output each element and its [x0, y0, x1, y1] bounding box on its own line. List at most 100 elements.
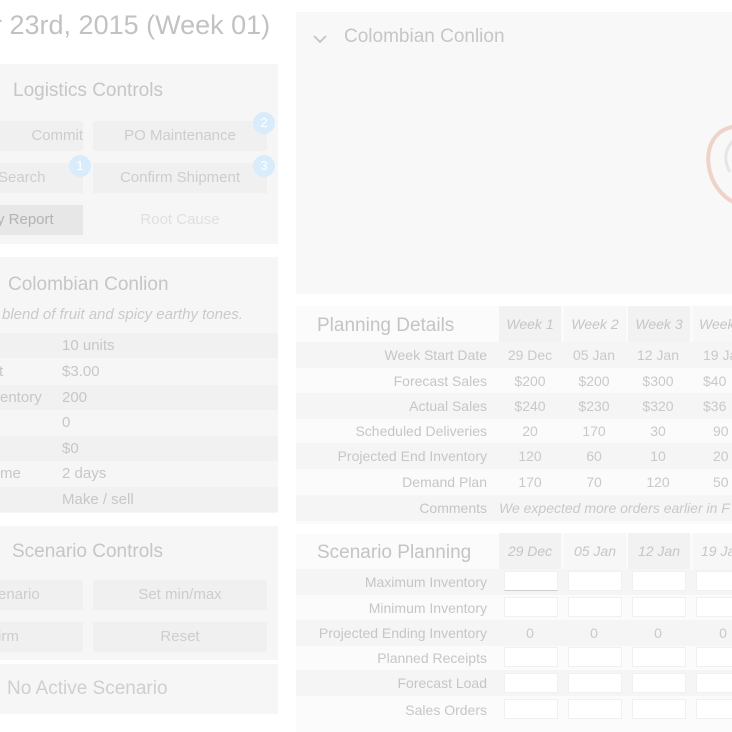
projected-ending-inventory-cell: 0	[654, 625, 662, 641]
attribute-row: $0	[0, 436, 278, 461]
scenario-button[interactable]: enario	[0, 580, 83, 610]
planned-receipts-input[interactable]	[504, 647, 558, 667]
minimum-inventory-input[interactable]	[504, 597, 558, 617]
planning-cell: 20	[522, 423, 538, 439]
forecast-load-input[interactable]	[696, 673, 732, 693]
planning-cell: 60	[586, 448, 602, 464]
planning-cell: 29 Dec	[507, 347, 553, 363]
minimum-inventory-input[interactable]	[568, 597, 622, 617]
forecast-load-input[interactable]	[568, 673, 622, 693]
planning-column-header: Week 3	[628, 306, 690, 342]
planning-cell: 20	[713, 448, 729, 464]
scenario-column-header: 29 Dec	[499, 533, 561, 569]
attribute-value: 2 days	[62, 465, 107, 482]
planning-column-header: Week 1	[499, 306, 561, 342]
attribute-row: me 2 days	[0, 461, 278, 486]
forecast-load-input[interactable]	[504, 673, 558, 693]
maximum-inventory-input[interactable]	[568, 571, 622, 591]
projected-ending-inventory-cell: 0	[526, 625, 534, 641]
planning-cell: $40	[703, 373, 727, 389]
planned-receipts-input[interactable]	[568, 647, 622, 667]
planning-details-title: Planning Details	[317, 315, 455, 336]
attribute-label: entory	[0, 389, 42, 406]
planning-column-header: Week	[693, 306, 732, 342]
attribute-label: t	[0, 363, 4, 380]
sales-orders-input[interactable]	[696, 699, 732, 719]
planning-cell: 170	[518, 474, 542, 490]
reset-button[interactable]: Reset	[93, 622, 267, 652]
attribute-value: $0	[62, 440, 79, 457]
scenario-controls-title: Scenario Controls	[12, 541, 164, 562]
sales-orders-input[interactable]	[632, 699, 686, 719]
scenario-column-header: 12 Jan	[628, 533, 690, 569]
attribute-value: Make / sell	[62, 491, 134, 508]
scenario-row-label: Projected Ending Inventory	[318, 625, 487, 641]
attribute-value: 200	[62, 389, 88, 406]
planning-column-header: Week 2	[564, 306, 626, 342]
planning-row-label: Week Start Date	[384, 347, 487, 363]
comments-label: Comments	[419, 500, 487, 516]
planning-cell: $300	[642, 373, 674, 389]
minimum-inventory-input[interactable]	[696, 597, 732, 617]
attribute-row: Make / sell	[0, 487, 278, 512]
planning-cell: 10	[650, 448, 666, 464]
confirm-scenario-button[interactable]: irm	[0, 622, 83, 652]
set-min-max-button[interactable]: Set min/max	[93, 580, 267, 610]
maximum-inventory-input[interactable]	[632, 571, 686, 591]
projected-ending-inventory-cell: 0	[719, 625, 727, 641]
planning-cell: $200	[578, 373, 610, 389]
product-chart-panel	[296, 12, 732, 294]
sales-orders-input[interactable]	[568, 699, 622, 719]
planning-cell: 120	[646, 474, 670, 490]
scenario-column-header: 05 Jan	[564, 533, 626, 569]
confirm-shipment-button[interactable]: Confirm Shipment	[93, 163, 267, 193]
scenario-planning-title: Scenario Planning	[317, 542, 472, 563]
attribute-value: 10 units	[62, 337, 115, 354]
scenario-row-label: Minimum Inventory	[368, 600, 487, 616]
planning-row-label: Projected End Inventory	[337, 448, 487, 464]
scenario-row-label: Maximum Inventory	[364, 574, 487, 590]
chevron-down-icon[interactable]	[313, 32, 327, 46]
attribute-row: 10 units	[0, 333, 278, 358]
planning-cell: $230	[578, 398, 610, 414]
maximum-inventory-input[interactable]	[504, 571, 558, 591]
planned-receipts-input[interactable]	[696, 647, 732, 667]
search-badge: 1	[69, 155, 91, 177]
report-button[interactable]: y Report	[0, 205, 83, 235]
minimum-inventory-input[interactable]	[632, 597, 686, 617]
sales-orders-input[interactable]	[504, 699, 558, 719]
planning-cell: 05 Jan	[572, 347, 616, 363]
scenario-column-header: 19 Ja	[693, 533, 732, 569]
planning-cell: 70	[586, 474, 602, 490]
maximum-inventory-input[interactable]	[696, 571, 732, 591]
planning-row-label: Forecast Sales	[393, 373, 487, 389]
projected-ending-inventory-cell: 0	[590, 625, 598, 641]
scenario-row-label: Forecast Load	[397, 675, 488, 691]
po-maintenance-badge: 2	[253, 112, 275, 134]
logistics-controls-title: Logistics Controls	[13, 80, 163, 101]
attribute-value: $3.00	[62, 363, 100, 380]
commit-button[interactable]: Commit	[0, 121, 83, 151]
planning-cell: 170	[582, 423, 606, 439]
page-title: er 23rd, 2015 (Week 01)	[0, 10, 271, 40]
planned-receipts-input[interactable]	[632, 647, 686, 667]
product-header-name[interactable]: Colombian Conlion	[344, 26, 505, 48]
attribute-value: 0	[62, 414, 71, 431]
po-maintenance-button[interactable]: PO Maintenance	[93, 121, 267, 151]
planning-cell: 120	[518, 448, 542, 464]
root-cause-button[interactable]: Root Cause	[93, 205, 267, 235]
attribute-row: entory 200	[0, 385, 278, 410]
planning-cell: 19 Ja	[703, 347, 732, 363]
product-description: blend of fruit and spicy earthy tones.	[2, 306, 243, 323]
planning-row-label: Demand Plan	[402, 474, 487, 490]
scenario-row-label: Planned Receipts	[377, 650, 487, 666]
planning-comment: We expected more orders earlier in F	[499, 500, 730, 516]
planning-cell: 12 Jan	[636, 347, 680, 363]
forecast-load-input[interactable]	[632, 673, 686, 693]
product-name: Colombian Conlion	[8, 274, 169, 295]
planning-cell: $240	[514, 398, 546, 414]
confirm-shipment-badge: 3	[253, 155, 275, 177]
product-logo-icon	[706, 125, 732, 204]
scenario-status: No Active Scenario	[7, 678, 168, 699]
attribute-row: t $3.00	[0, 359, 278, 384]
